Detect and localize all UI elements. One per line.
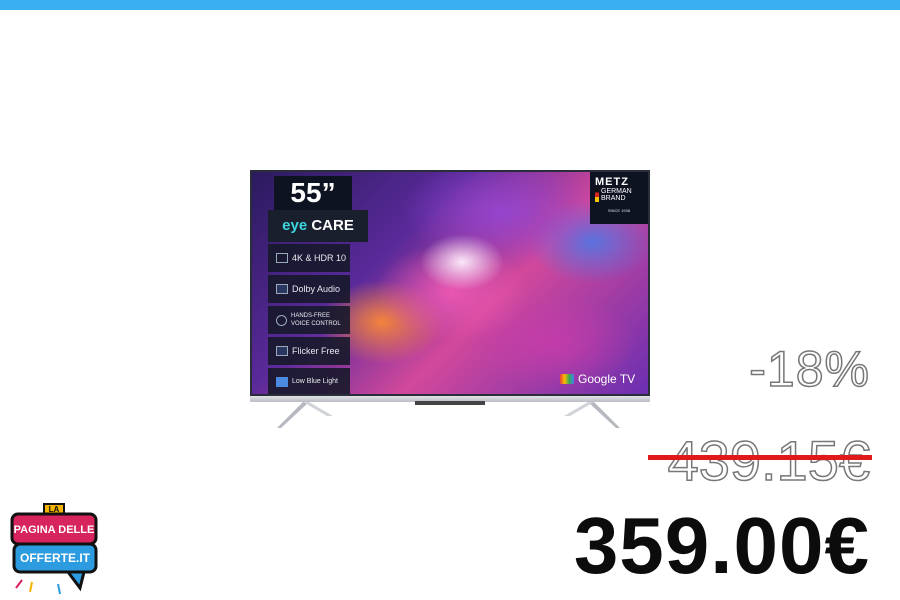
price-strikethrough	[648, 455, 872, 460]
brand-tagline: GERMAN BRAND	[601, 188, 632, 202]
eye-care-eye-text: eye	[282, 217, 308, 234]
feature-flicker-free: Flicker Free	[268, 337, 350, 365]
microphone-icon	[276, 314, 287, 326]
feature-low-blue-light: Low Blue Light	[268, 368, 350, 394]
dolby-icon	[276, 284, 288, 294]
brand-tagline-1: GERMAN	[601, 188, 632, 195]
feature-label: 4K & HDR 10	[292, 253, 347, 263]
brand-name: METZ	[595, 176, 629, 188]
screen-size-badge: 55”	[274, 176, 352, 210]
brand-since: SINCE 1938	[607, 208, 631, 213]
platform-label: Google TV	[578, 372, 636, 386]
feature-label: Low Blue Light	[292, 378, 338, 385]
tv-screen: 55” eye CARE 4K & HDR 10 Dolby Audio HAN…	[252, 172, 648, 394]
german-flag-icon	[595, 188, 599, 202]
discount-percentage: -18%	[749, 340, 870, 398]
resolution-icon	[276, 253, 288, 263]
google-tv-badge: Google TV	[560, 372, 635, 386]
tv-stand-left	[277, 402, 333, 428]
logo-line-2: OFFERTE.IT	[20, 551, 91, 565]
product-image-tv: 55” eye CARE 4K & HDR 10 Dolby Audio HAN…	[250, 170, 650, 430]
top-accent-bar	[0, 0, 900, 10]
feature-voice-control: HANDS-FREE VOICE CONTROL	[268, 306, 350, 334]
feature-4k-hdr: 4K & HDR 10	[268, 244, 350, 272]
google-tv-icon	[560, 374, 574, 384]
feature-label: HANDS-FREE VOICE CONTROL	[291, 313, 341, 327]
tv-frame: 55” eye CARE 4K & HDR 10 Dolby Audio HAN…	[250, 170, 650, 398]
feature-label: Flicker Free	[292, 346, 340, 356]
feature-list: 4K & HDR 10 Dolby Audio HANDS-FREE VOICE…	[268, 244, 350, 394]
flicker-free-icon	[276, 346, 288, 356]
logo-line-1: PAGINA DELLE	[14, 524, 95, 536]
tv-logo-strip	[415, 401, 485, 405]
la-pagina-delle-offerte-logo: LA PAGINA DELLE OFFERTE.IT	[10, 503, 98, 595]
eye-care-care-text: CARE	[307, 217, 354, 234]
brand-tagline-2: BRAND	[601, 195, 626, 202]
feature-label: Dolby Audio	[292, 284, 341, 294]
tv-stand-right	[564, 402, 620, 428]
metz-brand-badge: METZ GERMAN BRAND SINCE 1938	[590, 172, 648, 224]
new-price: 359.00€	[573, 501, 870, 590]
low-blue-light-icon	[276, 377, 288, 387]
feature-dolby-audio: Dolby Audio	[268, 275, 350, 303]
eye-care-badge: eye CARE	[268, 210, 368, 242]
old-price: 439.15€	[667, 428, 871, 493]
